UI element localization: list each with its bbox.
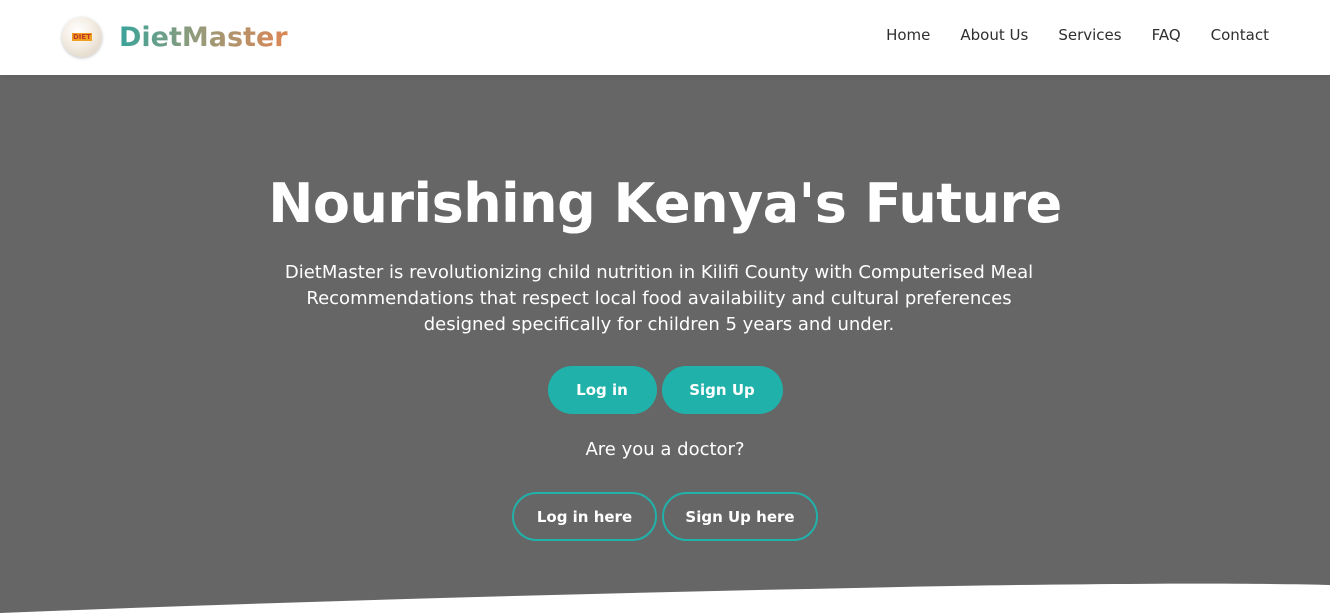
signup-button[interactable]: Sign Up [661,366,783,414]
doctor-auth-buttons: Log in here Sign Up here [0,492,1330,541]
nav-link-faq[interactable]: FAQ [1152,26,1181,44]
doctor-signup-button[interactable]: Sign Up here [662,492,818,541]
navbar: DIET DietMaster Home About Us Services F… [0,0,1330,75]
hero-title: Nourishing Kenya's Future [268,172,1062,235]
brand[interactable]: DIET DietMaster [62,17,288,57]
nav-link-about-us[interactable]: About Us [960,26,1028,44]
hero-description: DietMaster is revolutionizing child nutr… [284,262,1034,335]
brand-name[interactable]: DietMaster [119,22,288,53]
doctor-login-button[interactable]: Log in here [512,492,657,541]
nav-link-contact[interactable]: Contact [1211,26,1269,44]
logo[interactable]: DIET [62,17,102,57]
wave-divider [0,583,1330,613]
doctor-question: Are you a doctor? [585,439,745,460]
login-button[interactable]: Log in [547,366,657,414]
nav-link-services[interactable]: Services [1058,26,1121,44]
auth-buttons: Log in Sign Up [0,366,1330,414]
hero-section: Nourishing Kenya's Future DietMaster is … [0,75,1330,613]
nav-links: Home About Us Services FAQ Contact [886,26,1269,44]
nav-link-home[interactable]: Home [886,26,930,44]
logo-text: DIET [72,33,92,41]
